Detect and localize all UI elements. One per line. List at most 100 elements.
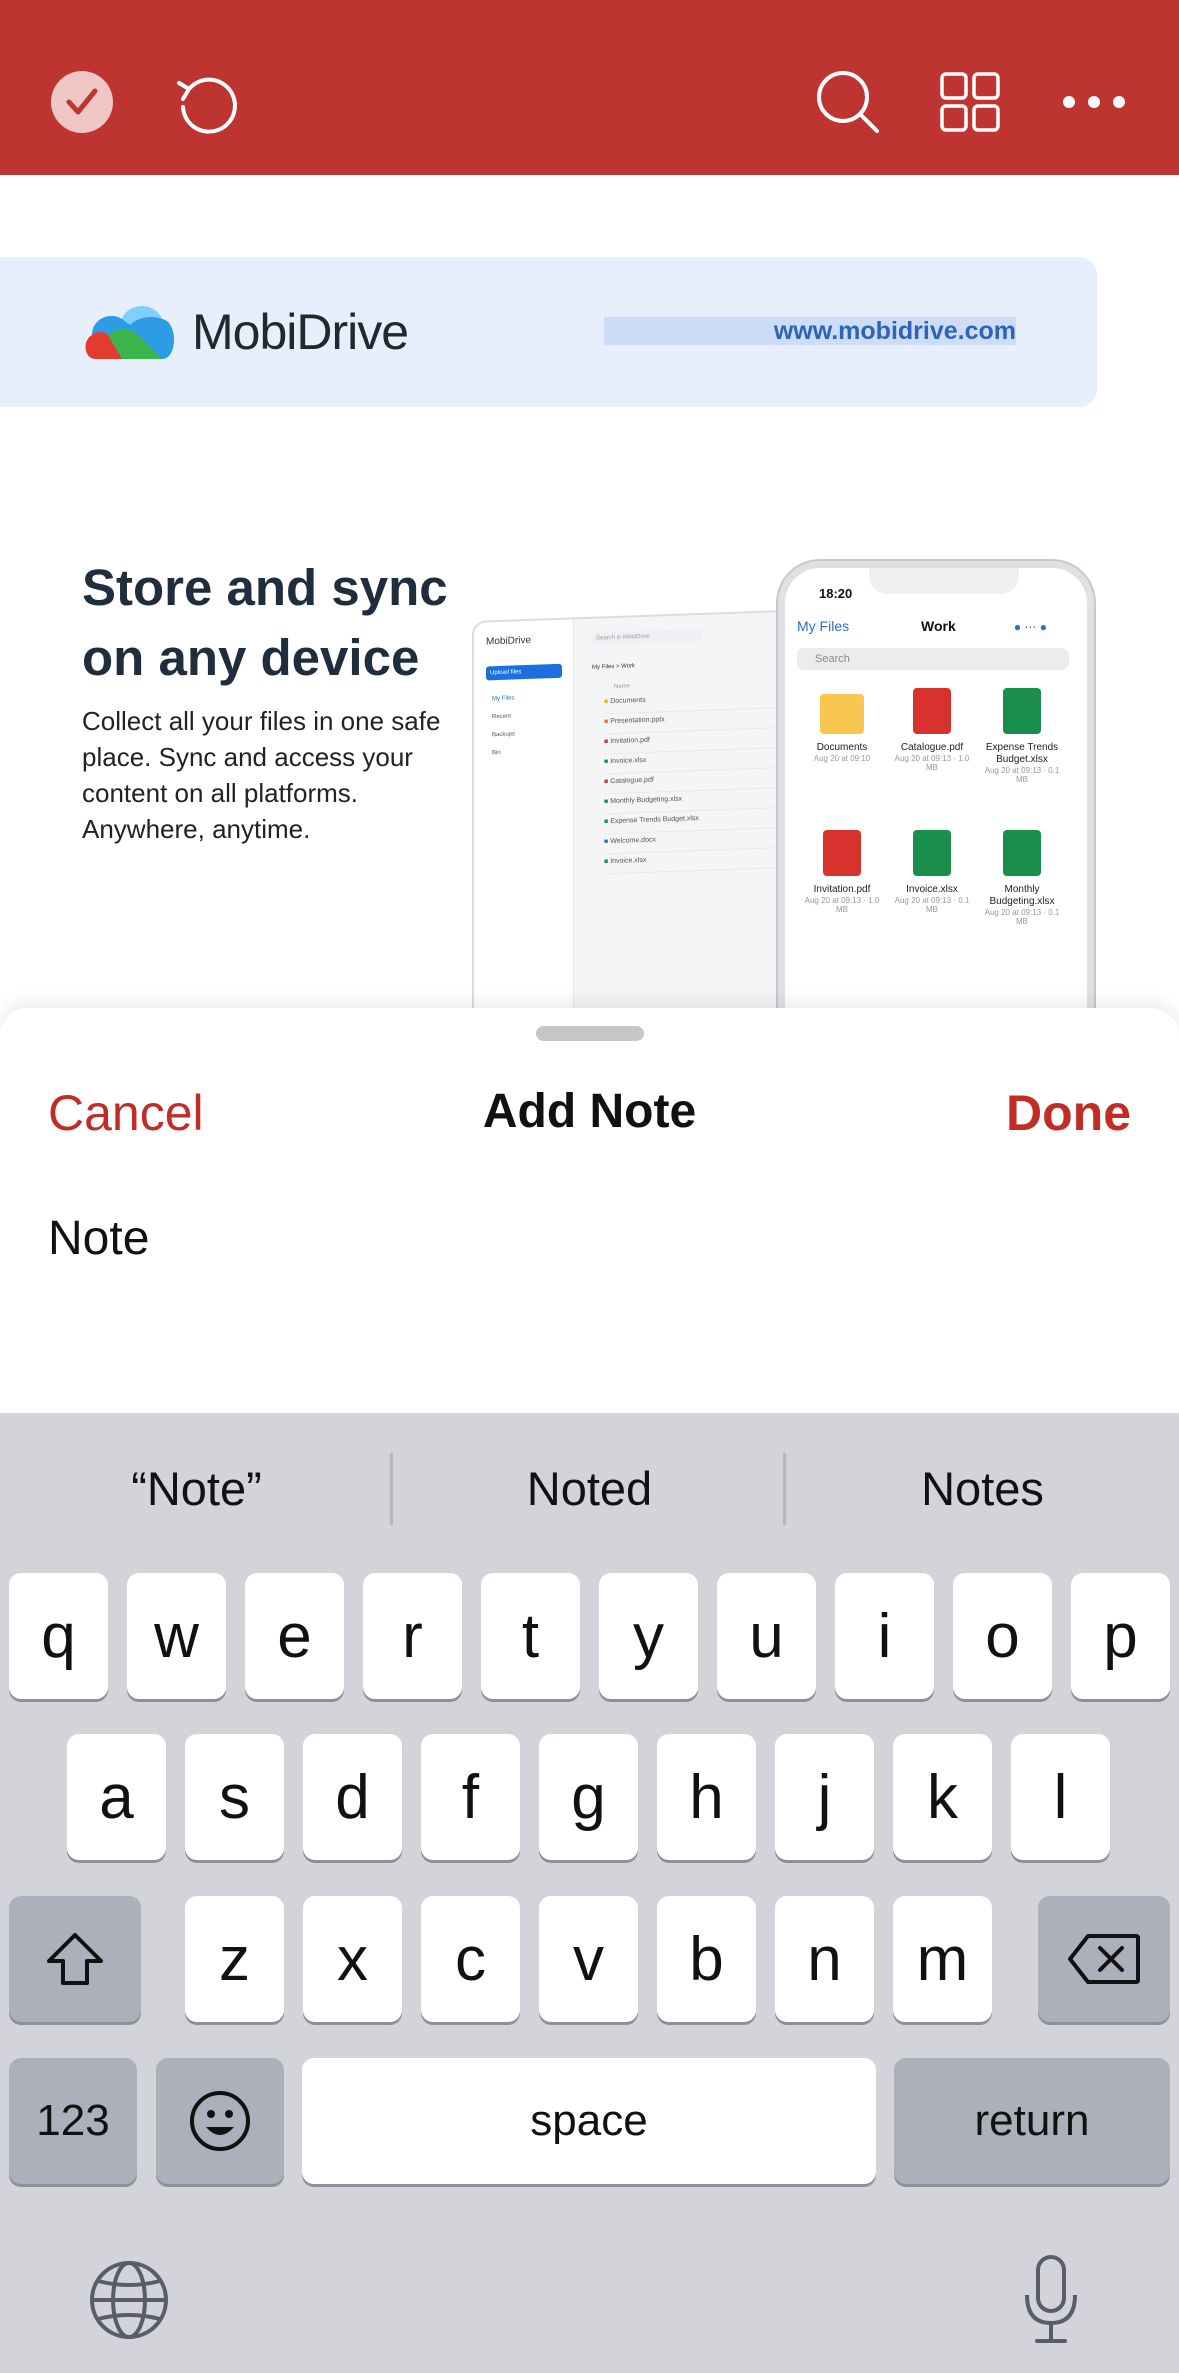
key-k[interactable]: k [893, 1734, 992, 1860]
note-input[interactable] [48, 1198, 1128, 1278]
add-note-sheet: Add Note Cancel Done [0, 1008, 1179, 1428]
key-m[interactable]: m [893, 1896, 992, 2022]
key-r[interactable]: r [363, 1573, 462, 1699]
more-options-icon[interactable] [1054, 62, 1134, 142]
body-text: Collect all your files in one safe place… [82, 706, 441, 844]
backspace-icon [1068, 1934, 1140, 1984]
suggestion-1[interactable]: “Note” [0, 1413, 393, 1563]
laptop-file-row: ■ Invoice.xlsx [604, 751, 794, 775]
laptop-file-row: ■ Expense Trends Budget.xlsx [604, 811, 794, 835]
laptop-file-row: ■ Invoice.xlsx [604, 851, 794, 875]
key-j[interactable]: j [775, 1734, 874, 1860]
phone-back-label: My Files [797, 618, 850, 634]
laptop-nav-item: Recent [492, 713, 512, 721]
laptop-file-row: ■ Documents [604, 691, 794, 715]
key-h[interactable]: h [657, 1734, 756, 1860]
key-w[interactable]: w [127, 1573, 226, 1699]
laptop-nav-item: My Files [492, 695, 515, 703]
mobidrive-logo-icon [85, 306, 174, 359]
suggestion-3[interactable]: Notes [786, 1413, 1179, 1563]
shift-key[interactable] [9, 1896, 141, 2022]
phone-nav-bar: My Files Work ● ⋯ ● [797, 618, 1087, 634]
backspace-key[interactable] [1038, 1896, 1170, 2022]
phone-file-item: Expense Trends Budget.xlsx Aug 20 at 09:… [979, 688, 1065, 784]
key-d[interactable]: d [303, 1734, 402, 1860]
key-g[interactable]: g [539, 1734, 638, 1860]
laptop-column-header: Name [614, 683, 631, 690]
laptop-upload-button: Upload files [486, 663, 562, 681]
laptop-nav-item: Backups [492, 731, 516, 739]
laptop-mockup: MobiDrive Upload files My Files Recent B… [472, 609, 812, 1020]
key-l[interactable]: l [1011, 1734, 1110, 1860]
laptop-file-row: ■ Presentation.pptx [604, 711, 794, 735]
undo-icon[interactable] [166, 62, 246, 142]
website-link[interactable]: www.mobidrive.com [604, 317, 1016, 345]
key-i[interactable]: i [835, 1573, 934, 1699]
return-key[interactable]: return [894, 2058, 1170, 2184]
laptop-sidebar: MobiDrive Upload files My Files Recent B… [474, 619, 574, 1020]
pdf-file-icon [823, 830, 861, 876]
laptop-brand: MobiDrive [486, 634, 532, 648]
key-n[interactable]: n [775, 1896, 874, 2022]
laptop-file-row: ■ Invitation.pdf [604, 731, 794, 755]
phone-file-item: Catalogue.pdf Aug 20 at 09:13 · 1.0 MB [889, 688, 975, 772]
header-banner: MobiDrive www.mobidrive.com [0, 257, 1097, 407]
laptop-file-row: ■ Monthly Budgeting.xlsx [604, 791, 794, 815]
search-icon[interactable] [808, 62, 888, 142]
phone-file-item: Monthly Budgeting.xlsx Aug 20 at 09:13 ·… [979, 830, 1065, 926]
key-y[interactable]: y [599, 1573, 698, 1699]
key-v[interactable]: v [539, 1896, 638, 2022]
emoji-icon [190, 2091, 250, 2151]
pdf-file-icon [913, 688, 951, 734]
top-toolbar [0, 0, 1179, 175]
numbers-key[interactable]: 123 [9, 2058, 137, 2184]
phone-time: 18:20 [819, 586, 853, 601]
keyboard: “Note” Noted Notes q w e r t y u i o p a… [0, 1413, 1179, 2373]
key-q[interactable]: q [9, 1573, 108, 1699]
headline: Store and sync on any device [82, 559, 448, 686]
sheet-title: Add Note [482, 1085, 697, 1138]
sheet-grabber[interactable] [536, 1026, 644, 1041]
key-a[interactable]: a [67, 1734, 166, 1860]
key-z[interactable]: z [185, 1896, 284, 2022]
phone-mockup: 18:20 My Files Work ● ⋯ ● Search Documen… [778, 561, 1094, 1020]
phone-title: Work [921, 618, 956, 634]
key-c[interactable]: c [421, 1896, 520, 2022]
phone-file-item: Invitation.pdf Aug 20 at 09:13 · 1.0 MB [799, 830, 885, 914]
laptop-nav-item: Bin [492, 749, 501, 757]
spreadsheet-file-icon [913, 830, 951, 876]
suggestion-2[interactable]: Noted [393, 1413, 786, 1563]
key-o[interactable]: o [953, 1573, 1052, 1699]
key-f[interactable]: f [421, 1734, 520, 1860]
laptop-search: Search in MobiDrive [592, 628, 702, 645]
laptop-file-row: ■ Catalogue.pdf [604, 771, 794, 795]
key-t[interactable]: t [481, 1573, 580, 1699]
cancel-button[interactable]: Cancel [48, 1084, 204, 1142]
phone-nav-icons: ● ⋯ ● [1013, 620, 1047, 634]
key-b[interactable]: b [657, 1896, 756, 2022]
laptop-breadcrumb: My Files > Work [592, 663, 636, 671]
phone-notch [869, 568, 1019, 594]
space-key[interactable]: space [302, 2058, 876, 2184]
confirm-check-icon[interactable] [42, 62, 122, 142]
done-button[interactable]: Done [1006, 1084, 1131, 1142]
microphone-icon[interactable] [1008, 2251, 1094, 2347]
spreadsheet-file-icon [1003, 688, 1041, 734]
key-s[interactable]: s [185, 1734, 284, 1860]
laptop-file-row: ■ Welcome.docx [604, 831, 794, 855]
key-e[interactable]: e [245, 1573, 344, 1699]
brand-name: MobiDrive [192, 304, 409, 360]
key-p[interactable]: p [1071, 1573, 1170, 1699]
key-u[interactable]: u [717, 1573, 816, 1699]
phone-file-item: Documents Aug 20 at 09:10 [799, 688, 885, 763]
key-x[interactable]: x [303, 1896, 402, 2022]
folder-icon [820, 694, 864, 734]
emoji-key[interactable] [156, 2058, 284, 2184]
globe-icon[interactable] [84, 2255, 174, 2345]
screen: MobiDrive www.mobidrive.com Store and sy… [0, 0, 1179, 2373]
grid-view-icon[interactable] [930, 62, 1010, 142]
phone-search: Search [797, 648, 1069, 670]
shift-icon [47, 1933, 103, 1985]
phone-file-item: Invoice.xlsx Aug 20 at 09:13 · 0.1 MB [889, 830, 975, 914]
spreadsheet-file-icon [1003, 830, 1041, 876]
